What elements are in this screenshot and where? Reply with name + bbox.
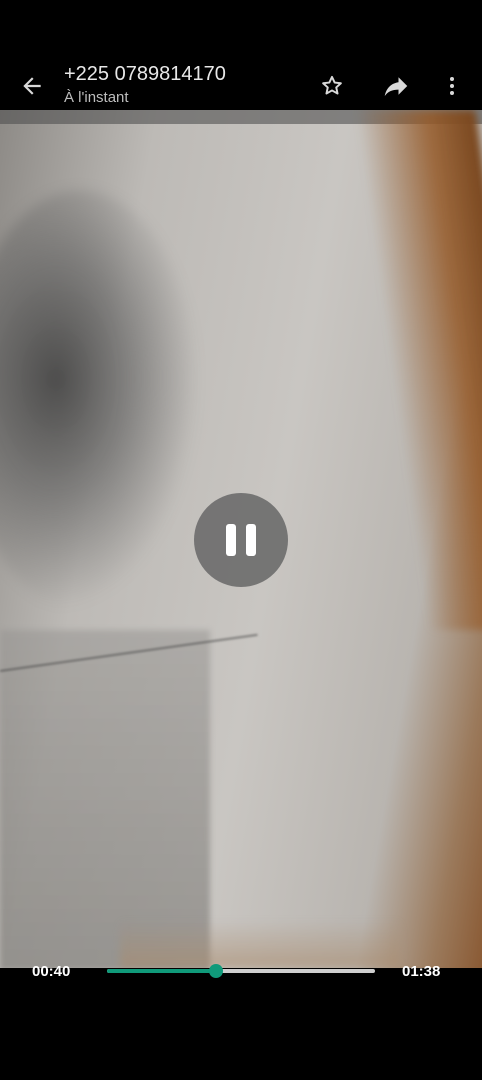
more-options-button[interactable] bbox=[432, 66, 472, 106]
more-vertical-icon bbox=[450, 77, 454, 95]
pause-icon-bar bbox=[246, 524, 256, 556]
seek-thumb[interactable] bbox=[209, 964, 224, 978]
video-orange-region bbox=[355, 110, 482, 630]
video-dark-region bbox=[0, 190, 200, 610]
title-block: +225 0789814170 À l'instant bbox=[64, 62, 226, 107]
seek-progress bbox=[107, 969, 217, 973]
current-time: 00:40 bbox=[32, 963, 71, 980]
pause-icon bbox=[226, 524, 236, 556]
contact-name: +225 0789814170 bbox=[64, 63, 226, 85]
total-duration: 01:38 bbox=[402, 963, 441, 980]
video-viewer-screen: +225 0789814170 À l'instant 00:40 01:38 bbox=[0, 0, 482, 1080]
pause-button[interactable] bbox=[194, 493, 288, 587]
forward-button[interactable] bbox=[376, 66, 416, 106]
star-outline-icon bbox=[322, 75, 342, 95]
top-app-bar: +225 0789814170 À l'instant bbox=[0, 0, 482, 110]
seek-bar[interactable] bbox=[107, 964, 375, 978]
star-button[interactable] bbox=[312, 66, 352, 106]
forward-icon bbox=[384, 77, 408, 96]
back-button[interactable] bbox=[14, 66, 50, 106]
arrow-left-icon bbox=[23, 77, 41, 95]
playback-controls: 00:40 01:38 bbox=[0, 955, 482, 989]
video-lower-shade bbox=[0, 630, 210, 968]
message-timestamp: À l'instant bbox=[64, 89, 129, 106]
